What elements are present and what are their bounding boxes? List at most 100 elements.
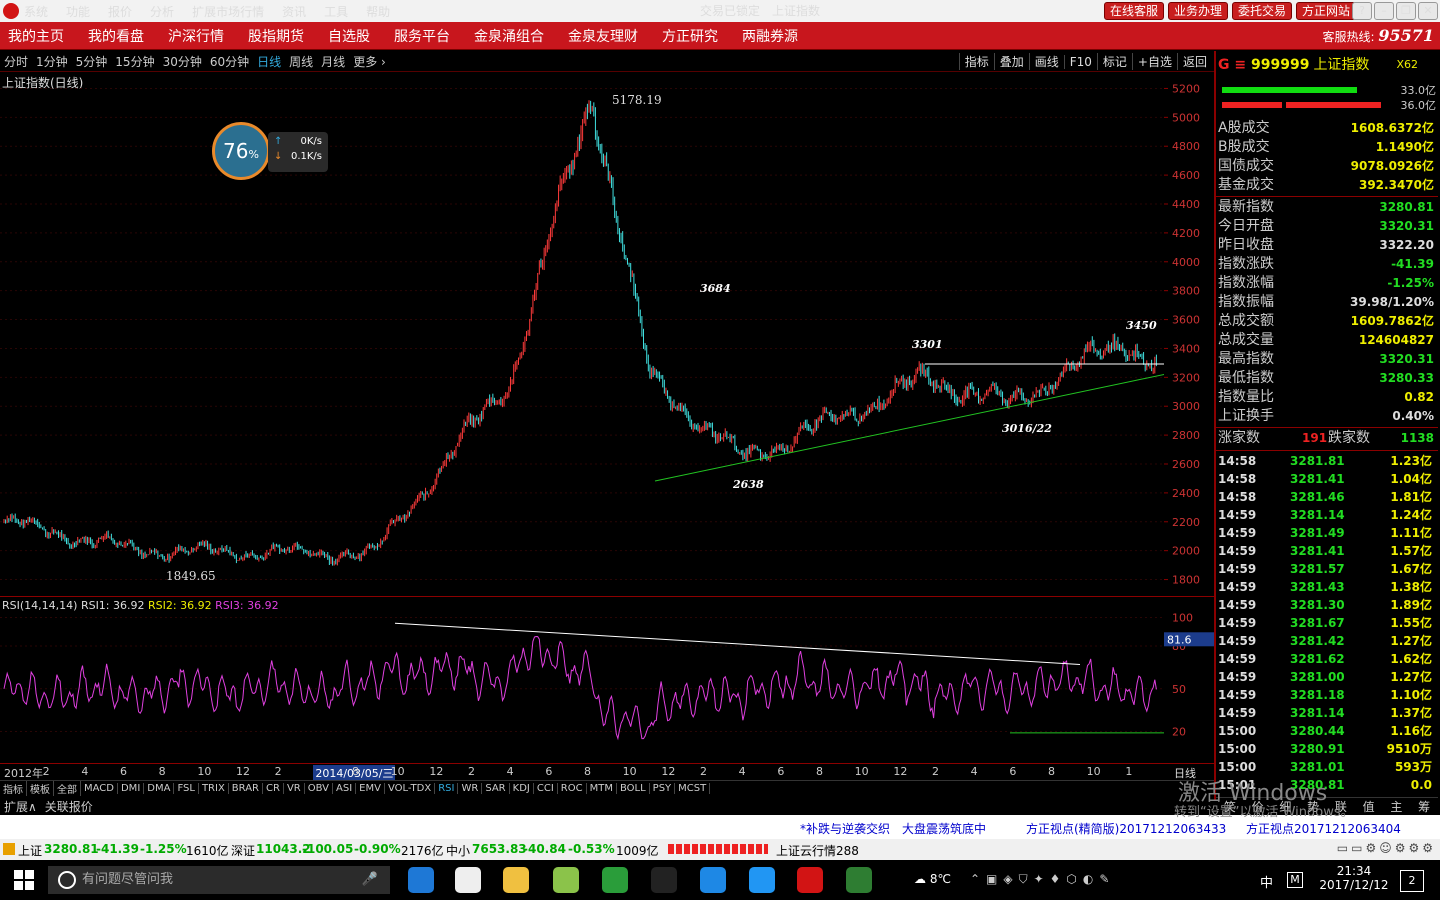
period-7[interactable]: 周线 [289, 53, 313, 70]
ie-icon[interactable] [700, 867, 726, 893]
indicator-20[interactable]: ROC [558, 783, 587, 794]
indicator-1[interactable]: 模板 [27, 781, 54, 796]
period-0[interactable]: 分时 [4, 53, 28, 70]
tool-0[interactable]: 指标 [958, 53, 994, 70]
indicator-3[interactable]: MACD [81, 783, 118, 794]
period-1[interactable]: 1分钟 [36, 53, 68, 70]
tool-2[interactable]: 画线 [1028, 53, 1064, 70]
bottom-tab-1[interactable]: 关联报价 [41, 798, 97, 815]
nav-item-0[interactable]: 我的主页 [8, 26, 64, 46]
indicator-4[interactable]: DMI [118, 783, 145, 794]
help-icon[interactable]: ? [1352, 2, 1372, 20]
weather[interactable]: ☁ 8℃ [914, 872, 951, 886]
period-9[interactable]: 更多 › [353, 53, 386, 70]
menu-4[interactable]: 扩展市场行情 [192, 3, 264, 20]
menu-5[interactable]: 资讯 [282, 3, 306, 20]
tool-3[interactable]: F10 [1063, 54, 1097, 69]
indicator-18[interactable]: KDJ [510, 783, 534, 794]
notification-icon[interactable]: 2 [1400, 870, 1424, 892]
indicator-6[interactable]: FSL [174, 783, 199, 794]
top-button-1[interactable]: 业务办理 [1167, 2, 1228, 20]
tool-1[interactable]: 叠加 [993, 53, 1029, 70]
clock[interactable]: 21:34 2017/12/12 [1314, 864, 1394, 892]
period-3[interactable]: 15分钟 [115, 53, 154, 70]
indicator-24[interactable]: MCST [675, 783, 711, 794]
top-button-2[interactable]: 委托交易 [1231, 2, 1292, 20]
quote-panel: G ≡ 999999 上证指数 X62 33.0亿 36.0亿 A股成交 1608.6372… [1214, 51, 1440, 814]
restore-icon[interactable]: ❐ [1396, 2, 1416, 20]
tray-icons[interactable]: ⌃▣◈⛉✦♦⬡◐✎ [970, 872, 1115, 887]
indicator-17[interactable]: SAR [482, 783, 510, 794]
quote-tab-5[interactable]: 值 [1355, 798, 1383, 815]
store-icon[interactable] [455, 867, 481, 893]
indicator-2[interactable]: 全部 [54, 781, 81, 796]
tool-5[interactable]: +自选 [1131, 53, 1177, 70]
kline-chart[interactable]: 5178.19 3684 3301 3450 2638 3016/22 1849.65 [0, 74, 1164, 594]
news-item[interactable]: 方正视点20171212063404 [1246, 820, 1401, 837]
indicator-19[interactable]: CCI [534, 783, 558, 794]
indicator-7[interactable]: TRIX [199, 783, 229, 794]
nav-item-8[interactable]: 方正研究 [662, 26, 718, 46]
qq-icon[interactable] [651, 867, 677, 893]
period-5[interactable]: 60分钟 [210, 53, 249, 70]
quote-tab-7[interactable]: 筹 [1410, 798, 1438, 815]
nav-item-4[interactable]: 自选股 [328, 26, 370, 46]
indicator-16[interactable]: WR [458, 783, 483, 794]
menu-7[interactable]: 帮助 [366, 3, 390, 20]
ime-indicator[interactable]: 中 [1260, 872, 1273, 891]
microphone-icon[interactable]: 🎤 [362, 866, 378, 894]
app1-icon[interactable] [553, 867, 579, 893]
tool-4[interactable]: 标记 [1096, 53, 1132, 70]
fangzheng-icon[interactable] [797, 867, 823, 893]
indicator-5[interactable]: DMA [144, 783, 175, 794]
indicator-14[interactable]: VOL-TDX [385, 783, 436, 794]
indicator-13[interactable]: EMV [356, 783, 385, 794]
period-6[interactable]: 日线 [257, 53, 281, 70]
taskbar-search[interactable]: 有问题尽管问我 🎤 [48, 866, 390, 894]
nav-item-1[interactable]: 我的看盘 [88, 26, 144, 46]
indicator-8[interactable]: BRAR [229, 783, 263, 794]
top-button-0[interactable]: 在线客服 [1103, 2, 1164, 20]
bottom-tab-0[interactable]: 扩展∧ [0, 798, 41, 815]
menu-3[interactable]: 分析 [150, 3, 174, 20]
nav-item-3[interactable]: 股指期货 [248, 26, 304, 46]
news-item[interactable]: 方正视点(精简版)20171212063433 [1026, 820, 1226, 837]
menu-0[interactable]: 系统 [24, 3, 48, 20]
nav-item-9[interactable]: 两融券源 [742, 26, 798, 46]
indicator-15[interactable]: RSI [435, 783, 459, 794]
period-4[interactable]: 30分钟 [163, 53, 202, 70]
tool-6[interactable]: 返回 [1176, 53, 1212, 70]
indicator-23[interactable]: PSY [650, 783, 676, 794]
indicator-22[interactable]: BOLL [617, 783, 650, 794]
windows-start-icon[interactable] [14, 870, 34, 890]
indicator-10[interactable]: VR [284, 783, 305, 794]
period-2[interactable]: 5分钟 [76, 53, 108, 70]
edge-icon[interactable] [408, 867, 434, 893]
app3-icon[interactable] [846, 867, 872, 893]
menu-1[interactable]: 功能 [66, 3, 90, 20]
indicator-21[interactable]: MTM [587, 783, 617, 794]
app2-icon[interactable] [602, 867, 628, 893]
news-item[interactable]: 大盘震荡筑底中 [902, 820, 986, 837]
menu-2[interactable]: 报价 [108, 3, 132, 20]
ime-mode-icon[interactable]: M [1287, 872, 1303, 888]
explorer-icon[interactable] [503, 867, 529, 893]
status-tools[interactable]: ▭▭⚙☺⚙⚙⚙ [1337, 841, 1436, 855]
menu-6[interactable]: 工具 [324, 3, 348, 20]
indicator-11[interactable]: OBV [305, 783, 333, 794]
rsi-chart[interactable] [0, 612, 1164, 762]
quote-tab-6[interactable]: 主 [1383, 798, 1411, 815]
nav-item-5[interactable]: 服务平台 [394, 26, 450, 46]
indicator-12[interactable]: ASI [333, 783, 357, 794]
nav-item-6[interactable]: 金泉涌组合 [474, 26, 544, 46]
player-icon[interactable] [749, 867, 775, 893]
indicator-9[interactable]: CR [263, 783, 284, 794]
top-button-3[interactable]: 方正网站 [1295, 2, 1356, 20]
nav-item-2[interactable]: 沪深行情 [168, 26, 224, 46]
nav-item-7[interactable]: 金泉友理财 [568, 26, 638, 46]
indicator-0[interactable]: 指标 [0, 781, 27, 796]
minimize-icon[interactable]: – [1374, 2, 1394, 20]
close-icon[interactable]: ✕ [1418, 2, 1438, 20]
news-item[interactable]: *补跌与逆袭交织 [800, 820, 890, 837]
period-8[interactable]: 月线 [321, 53, 345, 70]
